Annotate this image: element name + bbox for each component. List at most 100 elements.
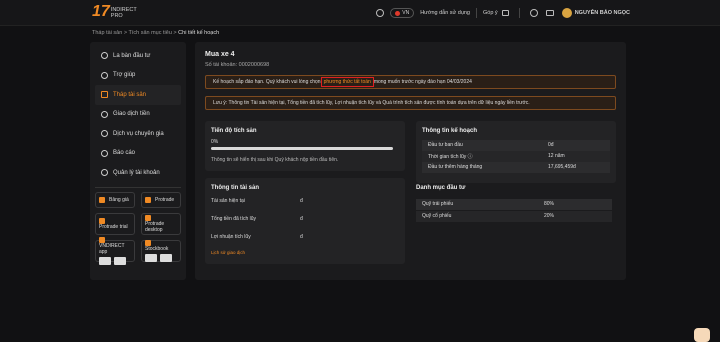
user-name[interactable]: NGUYỄN BẢO NGỌC [575, 10, 630, 16]
asset-row-label: Lợi nhuận tích lũy [211, 234, 251, 240]
divider [518, 8, 520, 18]
portfolio-card: Danh mục đầu tư Quỹ trái phiếu 80% Quỹ cổ… [416, 183, 616, 264]
language-switch[interactable]: VN [390, 8, 415, 18]
sidebar-item-label: La bàn đầu tư [113, 52, 151, 59]
platform-protrade[interactable]: Protrade [141, 191, 181, 208]
breadcrumb-item[interactable]: Tích sản mục tiêu [128, 30, 171, 36]
report-icon [101, 149, 108, 157]
sidebar-item-asset-tower[interactable]: Tháp tài sản [95, 85, 181, 105]
plan-row-value: 12 năm [548, 153, 565, 160]
help-icon [101, 71, 108, 79]
breadcrumb: Tháp tài sản > Tích sản mục tiêu > Chi t… [92, 30, 219, 36]
top-bar: 17 INDIRECT PRO VN Hướng dẫn sử dụng Góp … [0, 0, 720, 26]
breadcrumb-separator: > [123, 30, 128, 36]
account-icon [101, 169, 108, 177]
breadcrumb-item[interactable]: Tháp tài sản [92, 30, 122, 36]
divider [476, 8, 477, 18]
plan-row-label: Đầu tư thêm hàng tháng [428, 164, 483, 171]
portfolio-row-value: 80% [544, 201, 555, 208]
mail-icon[interactable] [545, 10, 554, 16]
logo[interactable]: 17 INDIRECT PRO [92, 3, 137, 20]
chat-widget[interactable] [694, 328, 710, 342]
account-number: Số tài khoản: 0002000698 [205, 62, 270, 68]
table-row: Thời gian tích lũy ⓘ 12 năm [422, 151, 610, 162]
apple-store-icon[interactable] [99, 256, 111, 265]
asset-info-heading: Thông tin tài sản [211, 185, 259, 191]
platform-grid: Bảng giá Protrade Protrade trial Protrad… [95, 191, 181, 265]
platform-label: Protrade desktop [145, 220, 165, 233]
transaction-history-link[interactable]: Lịch sử giao dịch [211, 250, 245, 255]
money-icon [101, 110, 108, 118]
plan-row-value: 17,695,459đ [548, 164, 576, 171]
price-board-icon [99, 196, 105, 203]
asset-row-value: đ [300, 216, 303, 222]
progress-card: Tiến độ tích sản 0% Thông tin sẽ hiển th… [205, 121, 405, 171]
platform-label: Protrade [155, 196, 175, 203]
sidebar-item-report[interactable]: Báo cáo [95, 144, 181, 164]
platform-vndirect-app[interactable]: VNDIRECT app [95, 236, 135, 265]
page-title: Mua xe 4 [205, 51, 235, 58]
logo-mark: 17 [92, 3, 110, 20]
portfolio-row-label: Quỹ trái phiếu [422, 201, 454, 208]
sidebar-item-account[interactable]: Quản lý tài khoản [95, 163, 181, 183]
settlement-method-link[interactable]: phương thức tất toán [320, 77, 374, 87]
asset-row-label: Tổng tiền đã tích lũy [211, 216, 257, 222]
maturity-alert: Kế hoạch sắp đáo hạn. Quý khách vui lòng… [205, 75, 616, 89]
progress-heading: Tiến độ tích sản [211, 128, 257, 134]
plan-info-heading: Thông tin kế hoạch [422, 128, 477, 134]
alert-text: mong muốn trước ngày đáo hạn 04/03/2024 [373, 79, 472, 85]
plan-row-value: 0đ [548, 142, 554, 149]
breadcrumb-current: Chi tiết kế hoạch [178, 30, 220, 36]
platform-label: Bảng giá [109, 196, 129, 203]
platform-label: VNDIRECT app [99, 242, 125, 255]
google-play-icon[interactable] [114, 256, 126, 265]
menu-icon[interactable] [501, 10, 509, 16]
alert-text: Lưu ý: Thông tin Tài sản hiện tại, Tổng … [213, 100, 530, 106]
plan-row-label: Thời gian tích lũy ⓘ [428, 153, 473, 160]
sidebar-item-label: Trợ giúp [113, 72, 136, 79]
portfolio-row[interactable]: Quỹ cổ phiếu 20% [416, 211, 612, 222]
asset-row-label: Tài sản hiện tại [211, 198, 245, 204]
protrade-icon [145, 196, 151, 203]
google-play-icon[interactable] [160, 253, 172, 262]
progress-bar [211, 147, 393, 150]
avatar[interactable] [561, 8, 572, 18]
sidebar-item-expert[interactable]: Dịch vụ chuyên gia [95, 124, 181, 144]
feedback-link[interactable]: Góp ý [483, 10, 498, 16]
expert-icon [101, 130, 108, 138]
platform-label: Stockbook [145, 245, 169, 252]
asset-row-value: đ [300, 198, 303, 204]
tower-icon [101, 91, 108, 99]
language-label: VN [402, 10, 410, 16]
progress-note: Thông tin sẽ hiển thị sau khi Quý khách … [211, 157, 339, 163]
asset-row-value: đ [300, 234, 303, 240]
platform-label: Protrade trial [99, 223, 128, 230]
plan-info-card: Thông tin kế hoạch Đầu tư ban đầu 0đ Thời… [416, 121, 616, 183]
portfolio-row-value: 20% [544, 213, 555, 220]
platform-protrade-trial[interactable]: Protrade trial [95, 212, 135, 235]
sidebar-item-label: Tháp tài sản [113, 91, 147, 98]
platform-price-board[interactable]: Bảng giá [95, 191, 135, 208]
sidebar-item-label: Quản lý tài khoản [113, 169, 160, 176]
portfolio-row-label: Quỹ cổ phiếu [422, 213, 452, 220]
sidebar-item-money[interactable]: Giao dịch tiền [95, 105, 181, 125]
help-link[interactable]: Hướng dẫn sử dụng [420, 10, 470, 16]
data-note-alert: Lưu ý: Thông tin Tài sản hiện tại, Tổng … [205, 96, 616, 110]
sidebar-item-help[interactable]: Trợ giúp [95, 66, 181, 86]
bell-icon[interactable] [529, 9, 538, 17]
table-row: Đầu tư ban đầu 0đ [422, 140, 610, 151]
gear-icon[interactable] [376, 9, 385, 17]
portfolio-row[interactable]: Quỹ trái phiếu 80% [416, 199, 612, 210]
progress-percent: 0% [211, 139, 219, 145]
compass-icon [101, 52, 108, 60]
sidebar-item-compass[interactable]: La bàn đầu tư [95, 46, 181, 66]
table-row: Đầu tư thêm hàng tháng 17,695,459đ [422, 162, 610, 173]
alert-text: Kế hoạch sắp đáo hạn. Quý khách vui lòng… [213, 79, 321, 85]
apple-store-icon[interactable] [145, 253, 157, 262]
asset-info-card: Thông tin tài sản Tài sản hiện tại đ Tổn… [205, 178, 405, 264]
vietnam-flag-icon [395, 10, 401, 16]
platform-stockbook[interactable]: Stockbook [141, 239, 181, 262]
divider [95, 186, 181, 188]
plan-detail-panel: Mua xe 4 Số tài khoản: 0002000698 Kế hoạ… [195, 42, 626, 280]
platform-protrade-desktop[interactable]: Protrade desktop [141, 212, 181, 235]
